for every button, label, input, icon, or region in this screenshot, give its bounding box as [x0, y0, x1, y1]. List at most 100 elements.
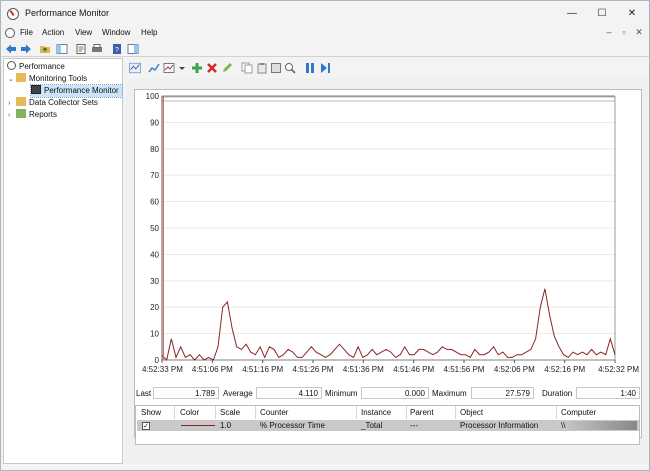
counter-legend-table: Show Color Scale Counter Instance Parent…: [135, 405, 640, 445]
tree-item-data-collector-sets[interactable]: › Data Collector Sets: [8, 97, 98, 109]
forward-arrow-icon[interactable]: [20, 43, 32, 55]
performance-monitor-chart-icon: [31, 85, 41, 94]
y-tick-label: 60: [150, 198, 159, 207]
main-toolbar: ?: [1, 41, 649, 57]
table-row[interactable]: ✓ 1.0 % Processor Time _Total --- Proces…: [137, 420, 639, 431]
performance-gauge-icon: [7, 61, 16, 70]
maximum-value: 27.579: [471, 387, 534, 399]
counter-scale: 1.0: [220, 421, 232, 430]
show-hide-console-tree-icon[interactable]: [56, 43, 68, 55]
menu-file[interactable]: File: [20, 28, 33, 37]
reports-icon: [16, 109, 26, 118]
x-tick-label: 4:51:06 PM: [192, 365, 233, 374]
column-header-computer[interactable]: Computer: [561, 408, 596, 417]
performance-monitor-app-icon: [7, 8, 19, 20]
x-tick-label: 4:51:46 PM: [393, 365, 434, 374]
change-graph-type-icon[interactable]: [163, 62, 175, 74]
view-log-data-icon[interactable]: [148, 62, 160, 74]
chart-grid: [161, 95, 616, 363]
show-action-pane-icon[interactable]: [127, 43, 139, 55]
column-header-color[interactable]: Color: [180, 408, 199, 417]
tree-item-performance-label: Performance: [19, 62, 65, 71]
column-header-show[interactable]: Show: [141, 408, 161, 417]
graph-toolbar: [126, 58, 648, 78]
tree-item-data-collector-sets-label: Data Collector Sets: [29, 98, 98, 107]
y-tick-label: 10: [150, 330, 159, 339]
expand-chevron-icon[interactable]: ›: [8, 110, 16, 122]
tree-item-monitoring-tools[interactable]: ⌄ Monitoring Tools: [8, 73, 87, 85]
y-axis-labels: 0 10 20 30 40 50 60 70 80 90 100: [146, 92, 160, 365]
back-arrow-icon[interactable]: [5, 43, 17, 55]
average-label: Average: [223, 389, 253, 398]
mmc-menu-icon[interactable]: [5, 28, 15, 38]
tree-item-performance-monitor-label: Performance Monitor: [44, 86, 119, 95]
zoom-icon[interactable]: [284, 62, 296, 74]
x-tick-label: 4:52:33 PM: [142, 365, 183, 374]
column-header-object[interactable]: Object: [460, 408, 483, 417]
y-tick-label: 0: [155, 356, 160, 365]
processor-time-line-chart[interactable]: 0 10 20 30 40 50 60 70 80 90 100 4:52:33 PM 4:51:06…: [135, 90, 641, 437]
minimum-label: Minimum: [325, 389, 358, 398]
folder-tools-icon: [16, 73, 26, 82]
paste-counter-list-icon[interactable]: [256, 62, 268, 74]
mdi-restore-icon[interactable]: ▫: [617, 27, 631, 37]
scroll-marker-band: [161, 96, 616, 102]
column-divider: [356, 406, 357, 419]
performance-monitor-pane: 0 10 20 30 40 50 60 70 80 90 100 4:52:33 PM 4:51:06…: [126, 58, 648, 464]
freeze-display-icon[interactable]: [304, 62, 316, 74]
duration-value: 1:40: [576, 387, 640, 399]
last-label: Last: [136, 389, 152, 398]
x-tick-label: 4:52:06 PM: [494, 365, 535, 374]
mdi-minimize-icon[interactable]: –: [602, 27, 616, 37]
highlight-pencil-icon[interactable]: [221, 62, 233, 74]
up-folder-icon[interactable]: [39, 43, 51, 55]
counter-instance: _Total: [361, 421, 383, 430]
copy-properties-icon[interactable]: [241, 62, 253, 74]
column-header-scale[interactable]: Scale: [220, 408, 240, 417]
statistics-bar: Last 1.789 Average 4.110 Minimum 0.000 M…: [134, 386, 642, 402]
mdi-close-icon[interactable]: ✕: [632, 27, 646, 38]
tree-item-reports[interactable]: › Reports: [8, 109, 57, 121]
collapse-chevron-icon[interactable]: ⌄: [8, 74, 16, 86]
delete-counter-icon[interactable]: [206, 62, 218, 74]
computer-name-redacted: [557, 421, 637, 430]
show-counter-checkbox[interactable]: ✓: [142, 422, 150, 430]
properties-icon[interactable]: [270, 62, 282, 74]
counter-parent: ---: [410, 421, 418, 430]
menu-action[interactable]: Action: [42, 28, 64, 37]
data-collector-folder-icon: [16, 97, 26, 106]
minimize-icon[interactable]: —: [558, 6, 586, 22]
console-tree: Performance ⌄ Monitoring Tools Performanc…: [3, 58, 123, 464]
y-tick-label: 50: [150, 224, 159, 233]
tree-item-performance[interactable]: Performance: [7, 61, 65, 73]
add-counter-icon[interactable]: [191, 62, 203, 74]
tree-item-reports-label: Reports: [29, 110, 58, 119]
processor-time-series-line[interactable]: [161, 288, 616, 362]
x-tick-label: 4:52:32 PM: [598, 365, 639, 374]
menu-help[interactable]: Help: [141, 28, 157, 37]
update-data-icon[interactable]: [319, 62, 331, 74]
column-header-counter[interactable]: Counter: [260, 408, 288, 417]
menu-view[interactable]: View: [75, 28, 92, 37]
close-icon[interactable]: ✕: [618, 6, 646, 22]
print-icon[interactable]: [91, 43, 103, 55]
title-bar: Performance Monitor — ☐ ✕: [1, 1, 649, 26]
duration-label: Duration: [542, 389, 573, 398]
menu-window[interactable]: Window: [102, 28, 130, 37]
y-tick-label: 70: [150, 171, 159, 180]
counter-color-swatch: [181, 425, 215, 426]
column-divider: [406, 406, 407, 419]
column-divider: [556, 406, 557, 419]
graph-type-dropdown-icon[interactable]: [176, 62, 188, 74]
properties-icon[interactable]: [75, 43, 87, 55]
counter-object: Processor Information: [460, 421, 539, 430]
maximize-icon[interactable]: ☐: [588, 6, 616, 22]
average-value: 4.110: [256, 387, 322, 399]
view-current-activity-icon[interactable]: [129, 62, 141, 74]
tree-item-performance-monitor[interactable]: Performance Monitor: [30, 84, 123, 98]
x-tick-label: 4:51:26 PM: [293, 365, 334, 374]
column-header-parent[interactable]: Parent: [410, 408, 434, 417]
y-tick-label: 20: [150, 303, 159, 312]
column-header-instance[interactable]: Instance: [361, 408, 391, 417]
help-book-icon[interactable]: ?: [111, 43, 123, 55]
